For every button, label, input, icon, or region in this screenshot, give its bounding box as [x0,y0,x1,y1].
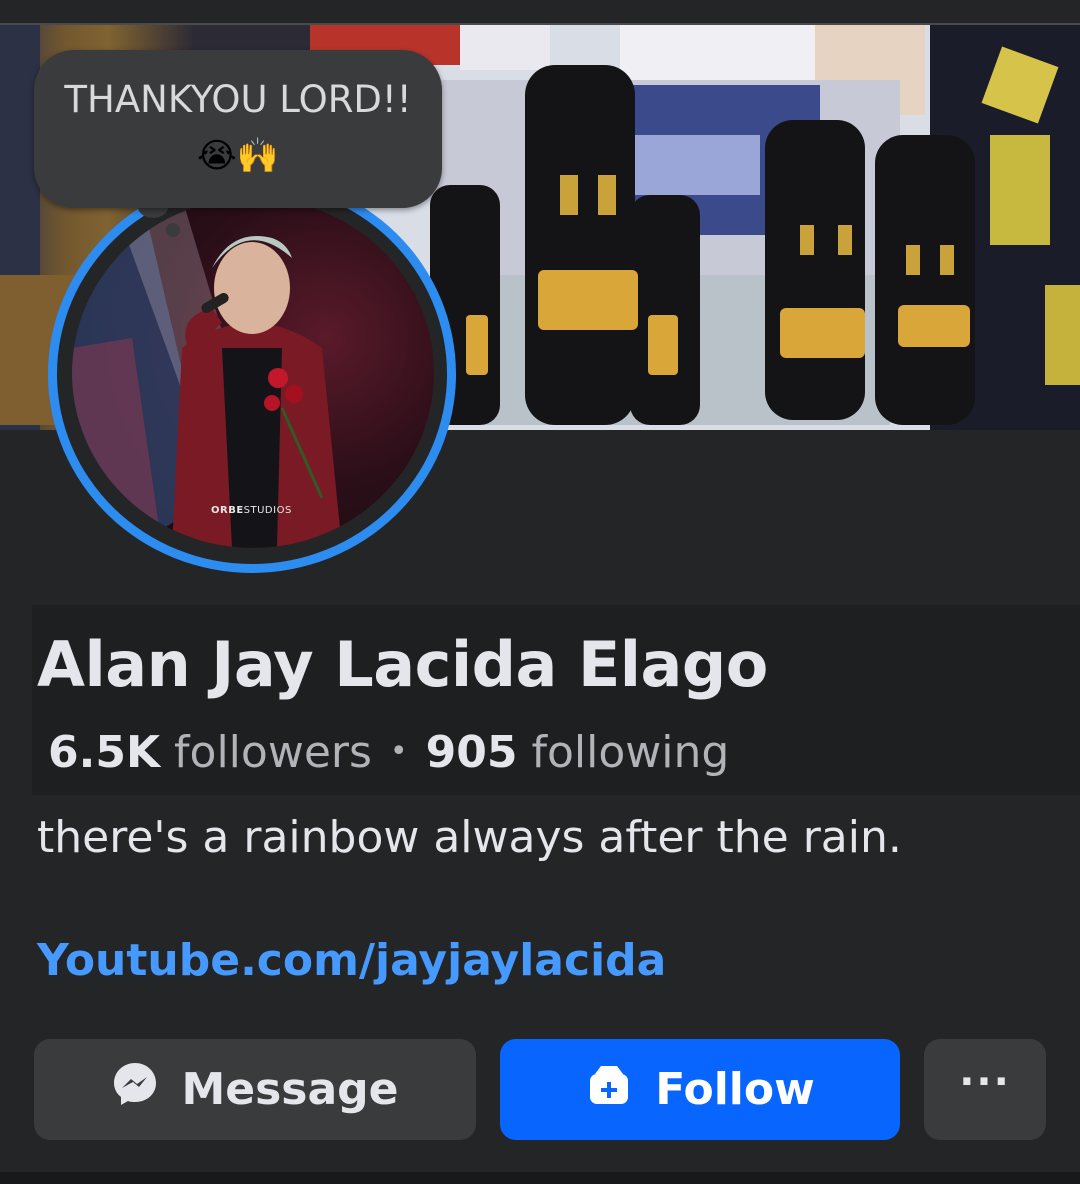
profile-note[interactable] [34,50,442,208]
followers-count: 6.5K [48,727,161,778]
profile-website-link[interactable]: Youtube.com/jayjaylacida [37,935,666,986]
followers-label: followers [174,727,372,778]
photo-watermark-bold: ORBE [211,505,244,516]
message-button[interactable]: Message [34,1039,476,1140]
profile-bio: there's a rainbow always after the rain. [37,812,902,863]
avatar-graphic [72,198,342,548]
note-emojis: 😭🙌 [196,137,280,175]
messenger-icon [111,1060,159,1119]
photo-watermark: ORBESTUDIOS [211,505,292,516]
message-button-label: Message [181,1064,399,1115]
top-bar [0,0,1080,25]
bottom-edge [0,1172,1080,1184]
follow-stats: 6.5K followers • 905 following [48,727,729,778]
note-text: THANKYOU LORD!! [64,78,412,121]
profile-page: ORBESTUDIOS THANKYOU LORD!! 😭🙌 Alan Jay … [0,0,1080,1184]
follow-icon [585,1060,633,1119]
followers-link[interactable]: 6.5K followers [48,727,372,778]
avatar[interactable] [72,198,434,548]
following-label: following [531,727,730,778]
follow-button-label: Follow [655,1064,815,1115]
more-options-button[interactable]: ··· [924,1039,1046,1140]
note-bubble-tail-small [166,223,180,237]
profile-name: Alan Jay Lacida Elago [37,628,768,701]
following-link[interactable]: 905 following [426,727,730,778]
photo-watermark-rest: STUDIOS [243,505,292,516]
more-icon: ··· [959,1058,1011,1105]
separator-dot: • [389,734,408,769]
following-count: 905 [425,727,518,778]
follow-button[interactable]: Follow [500,1039,900,1140]
